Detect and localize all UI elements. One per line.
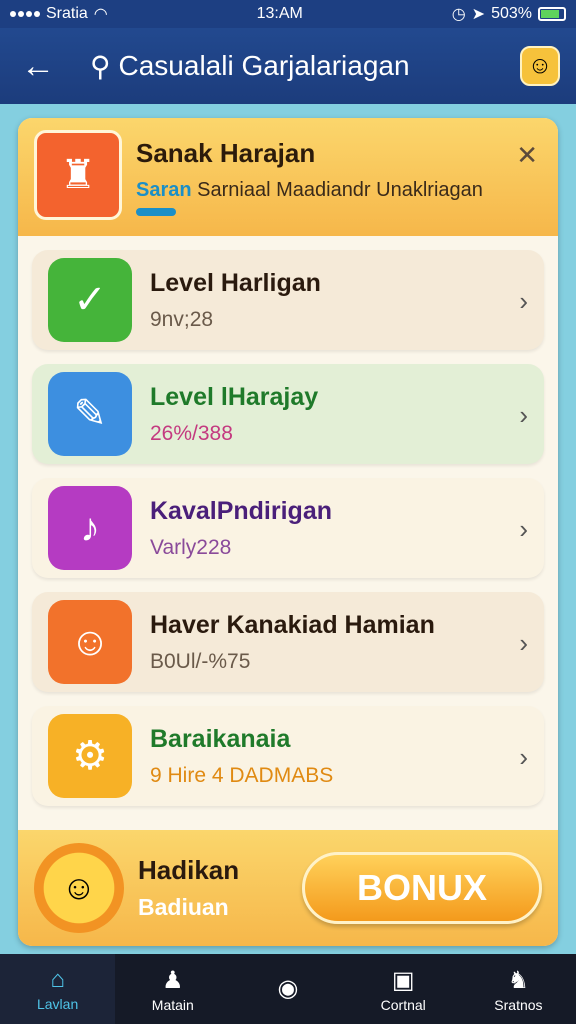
- list-item-subtitle: B0Ul/-%75: [150, 649, 251, 673]
- battery-icon: [538, 7, 566, 21]
- alarm-icon: ◷: [451, 6, 466, 23]
- page-title: ⚲ Casualali Garjalariagan: [90, 50, 410, 83]
- carrier-label: Sratia: [46, 5, 88, 22]
- friends-icon: ♞: [507, 966, 530, 994]
- gauge-icon: ◉: [277, 974, 299, 1002]
- bonus-subtitle: Badiuan: [138, 894, 229, 920]
- bonus-card: ☺ Hadikan Badiuan BONUX: [18, 830, 558, 946]
- arrow-left-icon: ←: [21, 46, 55, 85]
- list-item-text: KavalPndirigan Varly228: [150, 497, 332, 560]
- banner-subtitle: Saran Sarniaal Maadiandr Unaklriagan: [136, 179, 483, 202]
- list-item-title: KavalPndirigan: [150, 496, 332, 525]
- status-bar: Sratia ◠ 13:AM ◷ ➤ 503%: [0, 0, 576, 28]
- nav-label: Matain: [151, 996, 194, 1013]
- list-item-text: Haver Kanakiad Hamian B0Ul/-%75: [150, 611, 435, 674]
- list-item-title: Level lHarajay: [150, 382, 319, 411]
- sun-icon: ☺: [34, 843, 124, 933]
- main-area: ♜ Sanak Harajan Saran Sarniaal Maadiandr…: [0, 104, 576, 954]
- list-item-text: Baraikanaia 9 Hire 4 DADMABS: [150, 725, 333, 788]
- nav-item-matain[interactable]: ♟ Matain: [115, 954, 230, 1024]
- wrench-icon: ✎: [48, 372, 132, 456]
- list-item-subtitle: 9 Hire 4 DADMABS: [150, 763, 334, 787]
- list-item-text: Level lHarajay 26%/388: [150, 383, 318, 446]
- status-right: ◷ ➤ 503%: [452, 4, 566, 24]
- signal-icon: [10, 11, 40, 17]
- banner-subtitle-text: Sarniaal Maadiandr Unaklriagan: [197, 179, 483, 201]
- nav-label: Sratnos: [494, 996, 543, 1013]
- bonus-title: Hadikan: [138, 855, 240, 885]
- list-item[interactable]: ✓ Level Harligan 9nv;28 ›: [32, 250, 544, 350]
- checkmark-leaf-icon: ✓: [48, 258, 132, 342]
- list-item-text: Level Harligan 9nv;28: [150, 269, 321, 332]
- chevron-right-icon: ›: [519, 514, 528, 544]
- list-item-subtitle: 9nv;28: [150, 307, 214, 331]
- battery-percent: 503%: [491, 5, 532, 22]
- gift-bottle-icon: ♜: [34, 130, 122, 220]
- banner-subtitle-accent: Saran: [136, 179, 192, 201]
- list-item[interactable]: ♪ KavalPndirigan Varly228 ›: [32, 478, 544, 578]
- bonus-text: Hadikan Badiuan: [138, 855, 239, 921]
- list-item-title: Level Harligan: [150, 268, 321, 297]
- nav-item-cortnal[interactable]: ▣ Cortnal: [346, 954, 461, 1024]
- emoji-avatar-icon: ☺: [527, 52, 553, 79]
- page-title-text: Casualali Garjalariagan: [118, 50, 410, 81]
- controller-icon: ⚙: [48, 714, 132, 798]
- nav-label: Cortnal: [380, 996, 426, 1013]
- wifi-icon: ◠: [93, 6, 108, 23]
- bonus-button[interactable]: BONUX: [302, 852, 542, 924]
- level-list: ✓ Level Harligan 9nv;28 › ✎ Level lHaraj…: [18, 236, 558, 830]
- close-icon[interactable]: ✕: [516, 140, 538, 171]
- nav-item-sratnos[interactable]: ♞ Sratnos: [461, 954, 576, 1024]
- list-item-subtitle: Varly228: [150, 535, 232, 559]
- nav-item-home[interactable]: ⌂ Lavlan: [0, 954, 116, 1024]
- banner-progress: [136, 208, 176, 216]
- clock: 13:AM: [256, 5, 303, 22]
- content-panel: ♜ Sanak Harajan Saran Sarniaal Maadiandr…: [18, 118, 558, 946]
- list-item[interactable]: ☺ Haver Kanakiad Hamian B0Ul/-%75 ›: [32, 592, 544, 692]
- nav-item-center[interactable]: ◉: [230, 954, 345, 1024]
- banner-title: Sanak Harajan: [136, 138, 316, 168]
- list-item[interactable]: ⚙ Baraikanaia 9 Hire 4 DADMABS ›: [32, 706, 544, 806]
- back-button[interactable]: ←: [16, 44, 60, 88]
- chevron-right-icon: ›: [519, 286, 528, 316]
- profile-button[interactable]: ☺: [520, 46, 560, 86]
- frame-icon: ▣: [391, 966, 415, 994]
- home-icon: ⌂: [50, 966, 65, 993]
- chevron-right-icon: ›: [519, 628, 528, 658]
- list-item-subtitle: 26%/388: [150, 421, 233, 445]
- search-icon[interactable]: ⚲: [90, 50, 111, 83]
- nav-label: Lavlan: [36, 996, 79, 1012]
- list-item-title: Baraikanaia: [150, 724, 291, 753]
- list-item-title: Haver Kanakiad Hamian: [150, 610, 435, 639]
- status-left: Sratia ◠: [10, 4, 108, 24]
- app-bar: ← ⚲ Casualali Garjalariagan ☺: [0, 28, 576, 104]
- chevron-right-icon: ›: [519, 400, 528, 430]
- shopping-bag-icon: ☺: [48, 600, 132, 684]
- person-icon: ♟: [162, 966, 184, 994]
- promo-banner[interactable]: ♜ Sanak Harajan Saran Sarniaal Maadiandr…: [18, 118, 558, 236]
- list-item[interactable]: ✎ Level lHarajay 26%/388 ›: [32, 364, 544, 464]
- music-note-icon: ♪: [48, 486, 132, 570]
- location-icon: ➤: [471, 6, 486, 23]
- banner-text: Sanak Harajan Saran Sarniaal Maadiandr U…: [136, 138, 483, 216]
- chevron-right-icon: ›: [519, 742, 528, 772]
- bottom-nav: ⌂ Lavlan ♟ Matain ◉ ▣ Cortnal ♞ Sratnos: [0, 954, 576, 1024]
